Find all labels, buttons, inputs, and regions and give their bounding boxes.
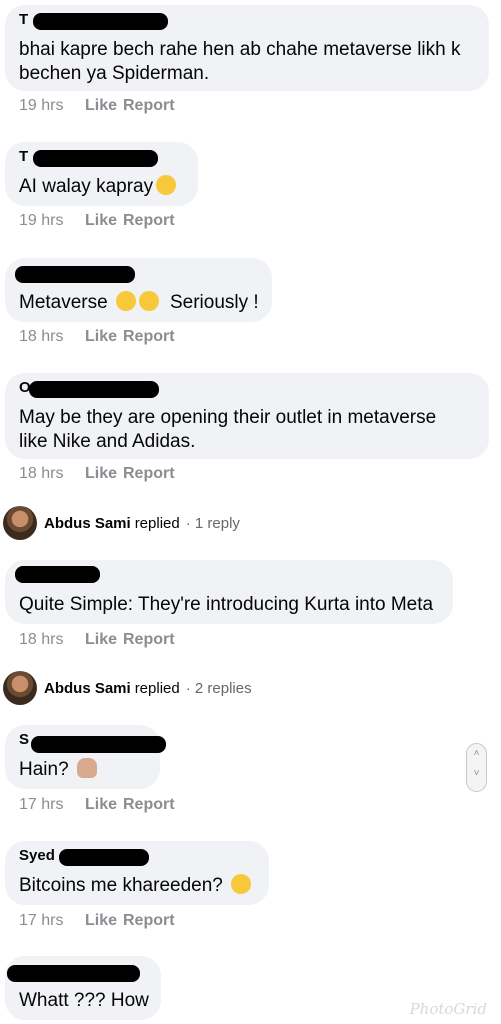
comment-actions: 18 hrs Like Report (19, 465, 175, 483)
redaction-bar (59, 849, 149, 866)
comment-time: 17 hrs (19, 912, 64, 929)
avatar[interactable] (3, 671, 37, 705)
comment-time: 19 hrs (19, 212, 64, 229)
reply-verb: replied (134, 679, 180, 697)
redaction-bar (33, 13, 168, 30)
report-link[interactable]: Report (123, 631, 175, 649)
woman-facepalming-emoji-icon (76, 758, 97, 778)
reply-author-name[interactable]: Abdus Sami (44, 515, 131, 532)
comment-time: 18 hrs (19, 328, 64, 345)
avatar[interactable] (3, 506, 37, 540)
like-link[interactable]: Like (85, 912, 123, 930)
reply-author-name[interactable]: Abdus Sami (44, 680, 131, 697)
reply-verb: replied (134, 514, 180, 532)
comment-actions: 18 hrs Like Report (19, 631, 175, 649)
comment-bubble: Quite Simple: They're introducing Kurta … (5, 560, 453, 624)
comment-text-line: Hain? (19, 758, 97, 781)
comment-author[interactable]: S (19, 731, 29, 749)
comment-actions: 19 hrs Like Report (19, 212, 175, 230)
report-link[interactable]: Report (123, 465, 175, 483)
comment-time: 18 hrs (19, 631, 64, 648)
comment-time: 18 hrs (19, 465, 64, 482)
comment-author[interactable]: T (19, 148, 28, 166)
tears-of-joy-emoji-icon (230, 874, 251, 894)
like-link[interactable]: Like (85, 465, 123, 483)
view-replies-row[interactable]: Abdus Sami replied · 2 replies (3, 671, 252, 705)
comment-text: Bitcoins me khareeden? (19, 875, 223, 896)
like-link[interactable]: Like (85, 97, 123, 115)
comment-text-line: Metaverse Seriously ! (19, 291, 259, 314)
report-link[interactable]: Report (123, 212, 175, 230)
comment-text-line: Bitcoins me khareeden? (19, 874, 251, 897)
like-link[interactable]: Like (85, 631, 123, 649)
comment-time: 17 hrs (19, 796, 64, 813)
report-link[interactable]: Report (123, 796, 175, 814)
comment-bubble: O May be they are opening their outlet i… (5, 373, 489, 459)
comment-text-line: Quite Simple: They're introducing Kurta … (19, 594, 434, 615)
rolling-on-floor-laughing-emoji-icon (156, 175, 177, 195)
comment-text-line: Whatt ??? How (19, 990, 149, 1011)
comment-text-line: bhai kapre bech rahe hen ab chahe metave… (19, 39, 461, 60)
redaction-bar (15, 566, 100, 583)
face-with-raised-eyebrow-emoji-icon (138, 291, 159, 311)
comment-text: Seriously ! (169, 292, 259, 313)
comment-actions: 18 hrs Like Report (19, 328, 175, 346)
comment-text-line: bechen ya Spiderman. (19, 63, 210, 84)
redaction-bar (29, 381, 159, 398)
comment-bubble: S Hain? (5, 725, 166, 789)
comment-actions: 19 hrs Like Report (19, 97, 175, 115)
redaction-bar (31, 736, 166, 753)
comment-bubble: T bhai kapre bech rahe hen ab chahe meta… (5, 5, 489, 91)
redaction-bar (33, 150, 158, 167)
redaction-bar (15, 266, 135, 283)
comment-bubble: Syed Bitcoins me khareeden? (5, 841, 269, 905)
comment-author[interactable]: T (19, 11, 28, 29)
comment-time: 19 hrs (19, 97, 64, 114)
report-link[interactable]: Report (123, 912, 175, 930)
reply-count[interactable]: · 1 reply (186, 515, 240, 532)
report-link[interactable]: Report (123, 328, 175, 346)
comment-bubble: Metaverse Seriously ! (5, 258, 272, 322)
like-link[interactable]: Like (85, 328, 123, 346)
scroll-handle-icon[interactable]: ˄ ˅ (466, 743, 487, 792)
comment-bubble: Whatt ??? How (5, 956, 161, 1020)
comment-text: Metaverse (19, 292, 108, 313)
like-link[interactable]: Like (85, 796, 123, 814)
reply-count[interactable]: · 2 replies (186, 680, 252, 697)
redaction-bar (7, 965, 140, 982)
view-replies-row[interactable]: Abdus Sami replied · 1 reply (3, 506, 240, 540)
comment-text: AI walay kapray (19, 176, 154, 197)
comment-author[interactable]: Syed (19, 847, 55, 865)
comment-bubble: T AI walay kapray (5, 142, 198, 206)
comment-actions: 17 hrs Like Report (19, 796, 175, 814)
comment-text: Hain? (19, 759, 69, 780)
comment-text-line: like Nike and Adidas. (19, 431, 196, 452)
comment-actions: 17 hrs Like Report (19, 912, 175, 930)
report-link[interactable]: Report (123, 97, 175, 115)
comment-text-line: May be they are opening their outlet in … (19, 407, 437, 428)
comment-text-line: AI walay kapray (19, 175, 177, 198)
monocle-face-emoji-icon (115, 291, 136, 311)
like-link[interactable]: Like (85, 212, 123, 230)
photogrid-watermark: PhotoGrid (409, 1000, 487, 1018)
